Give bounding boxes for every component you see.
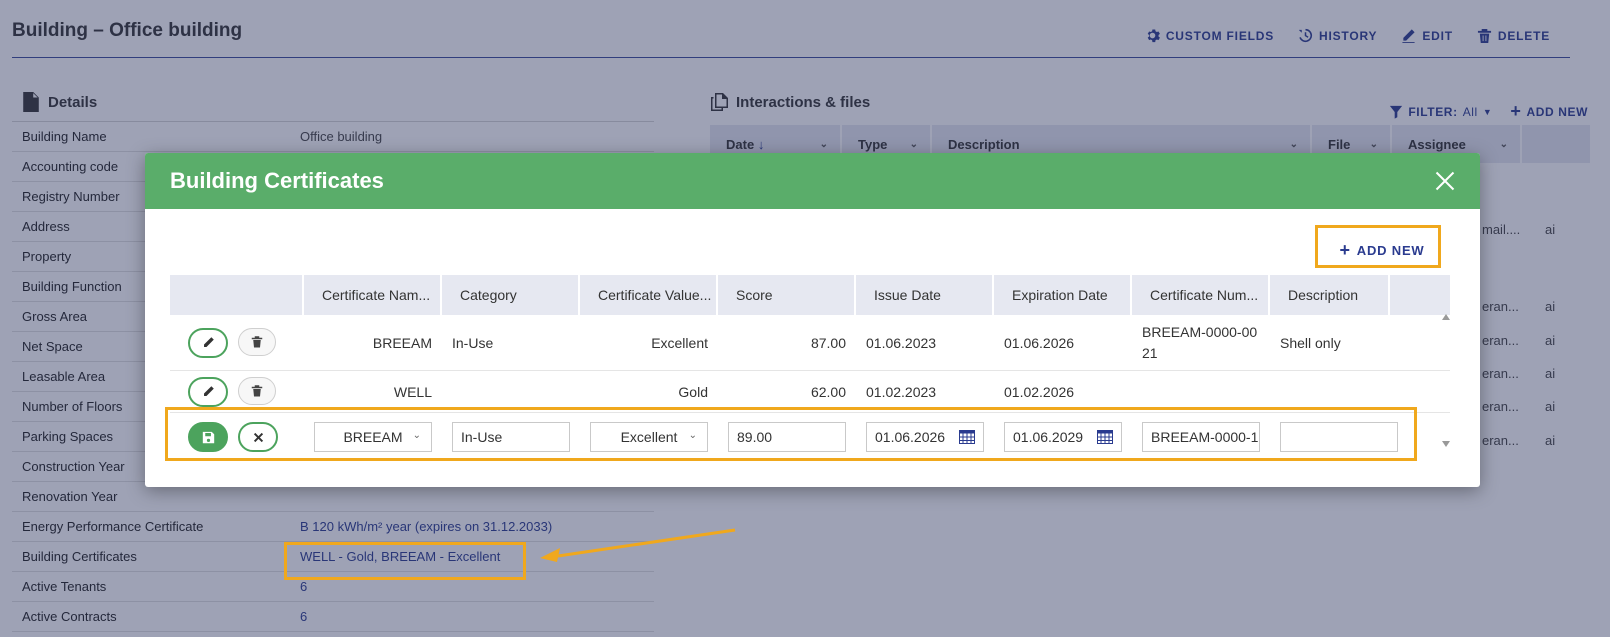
table-row: BREEAM In-Use Excellent 87.00 01.06.2023… (170, 315, 1450, 371)
name-select-value: BREEAM (343, 429, 403, 445)
score-input[interactable]: 89.00 (728, 422, 846, 452)
value-cell: Excellent ⌄ (580, 422, 718, 452)
cell-value: Excellent (651, 334, 708, 351)
category-cell: In-Use (442, 422, 580, 452)
pencil-icon (203, 386, 214, 396)
certificate-number-input[interactable]: BREEAM-0000-123 (1142, 422, 1260, 452)
delete-row-button[interactable] (238, 327, 276, 356)
cell-category: In-Use (452, 334, 494, 351)
modal-title: Building Certificates (170, 168, 384, 193)
row-actions (170, 327, 304, 358)
save-icon (202, 431, 214, 443)
cell-expiration-date: 01.06.2026 (1004, 334, 1075, 351)
score-cell: 89.00 (718, 422, 856, 452)
scroll-down-icon[interactable] (1442, 441, 1450, 447)
cell-expiration-date: 01.02.2026 (1004, 383, 1075, 400)
cell-score: 62.00 (810, 383, 846, 400)
column-certificate-name[interactable]: Certificate Nam... (304, 275, 442, 315)
category-input[interactable]: In-Use (452, 422, 570, 452)
cell-name: WELL (393, 383, 432, 400)
plus-icon: + (1339, 240, 1351, 260)
column-actions (170, 275, 304, 315)
column-issue-date[interactable]: Issue Date (856, 275, 994, 315)
edit-row-button[interactable] (188, 327, 228, 358)
pencil-icon (203, 337, 214, 347)
cell-name: BREEAM (372, 334, 432, 351)
cell-issue-date: 01.02.2023 (866, 383, 937, 400)
column-certificate-value[interactable]: Certificate Value... (580, 275, 718, 315)
name-cell: BREEAM ⌄ (304, 422, 442, 452)
building-certificates-modal: Building Certificates + ADD NEW Certific… (145, 153, 1480, 487)
certificates-grid-header: Certificate Nam... Category Certificate … (170, 275, 1450, 315)
modal-header: Building Certificates (145, 153, 1480, 209)
close-icon (253, 432, 263, 442)
add-certificate-label: ADD NEW (1356, 242, 1425, 258)
column-score[interactable]: Score (718, 275, 856, 315)
certificates-grid: Certificate Nam... Category Certificate … (170, 275, 1450, 461)
arrow-annotation (540, 528, 736, 562)
table-row: WELL Gold 62.00 01.02.2023 01.02.2026 (170, 371, 1450, 413)
scroll-up-icon[interactable] (1442, 314, 1450, 320)
cell-certificate-number: BREEAM-0000-0021 (1142, 323, 1258, 361)
cell-score: 87.00 (810, 334, 846, 351)
add-certificate-button[interactable]: + ADD NEW (1323, 232, 1441, 268)
calendar-icon[interactable] (1097, 430, 1113, 444)
expiration-date-cell: 01.06.2029 (994, 422, 1132, 452)
edit-row-button[interactable] (188, 376, 228, 407)
cell-description: Shell only (1280, 334, 1341, 351)
value-select-value: Excellent (620, 429, 678, 445)
expiration-date-input[interactable]: 01.06.2029 (1004, 422, 1122, 452)
chevron-down-icon: ⌄ (412, 430, 421, 441)
cell-issue-date: 01.06.2023 (866, 334, 937, 351)
column-certificate-number[interactable]: Certificate Num... (1132, 275, 1270, 315)
row-actions (170, 422, 304, 452)
cell-value: Gold (678, 383, 708, 400)
calendar-icon[interactable] (959, 430, 975, 444)
cancel-row-button[interactable] (238, 422, 278, 452)
delete-row-button[interactable] (238, 376, 276, 405)
issue-date-value: 01.06.2026 (875, 429, 946, 445)
description-cell (1270, 422, 1398, 452)
column-category[interactable]: Category (442, 275, 580, 315)
trash-icon (251, 385, 263, 397)
column-description[interactable]: Description (1270, 275, 1390, 315)
value-select[interactable]: Excellent ⌄ (590, 422, 708, 452)
issue-date-cell: 01.06.2026 (856, 422, 994, 452)
certificate-number-cell: BREEAM-0000-123 (1132, 422, 1270, 452)
trash-icon (251, 336, 263, 348)
name-select[interactable]: BREEAM ⌄ (314, 422, 432, 452)
column-expiration-date[interactable]: Expiration Date (994, 275, 1132, 315)
description-input[interactable] (1280, 422, 1398, 452)
expiration-date-value: 01.06.2029 (1013, 429, 1084, 445)
row-actions (170, 376, 304, 407)
edit-row: BREEAM ⌄ In-Use Excellent ⌄ 89.00 01.06.20… (170, 413, 1450, 461)
close-icon[interactable] (1435, 171, 1455, 191)
issue-date-input[interactable]: 01.06.2026 (866, 422, 984, 452)
save-row-button[interactable] (188, 422, 228, 452)
chevron-down-icon: ⌄ (688, 430, 697, 441)
